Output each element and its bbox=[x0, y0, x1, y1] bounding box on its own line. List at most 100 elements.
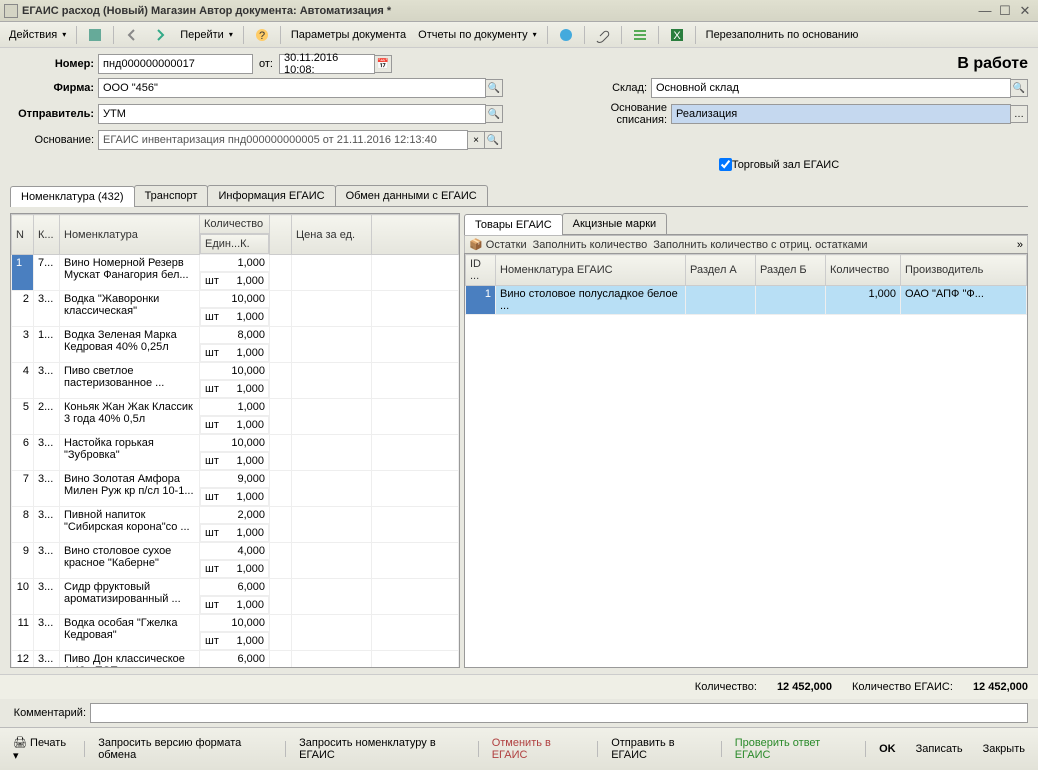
table-row[interactable]: 12 3... Пиво Дон классическое 1,42л ПЭТ … bbox=[12, 651, 459, 668]
col-section-b[interactable]: Раздел Б bbox=[756, 255, 826, 286]
help-icon[interactable]: ? bbox=[249, 24, 275, 46]
doc-params-button[interactable]: Параметры документа bbox=[286, 26, 411, 44]
nav-left-icon[interactable] bbox=[119, 24, 145, 46]
send-egais-button[interactable]: Отправить в ЕГАИС bbox=[604, 733, 715, 765]
check-egais-button[interactable]: Проверить ответ ЕГАИС bbox=[728, 733, 859, 765]
col-egais-nom[interactable]: Номенклатура ЕГАИС bbox=[496, 255, 686, 286]
tab-egais-goods[interactable]: Товары ЕГАИС bbox=[464, 214, 563, 235]
writeoff-label: Основание списания: bbox=[596, 102, 671, 126]
status-label: В работе bbox=[957, 55, 1028, 73]
table-row[interactable]: 8 3... Пивной напиток "Сибирская корона"… bbox=[12, 507, 459, 524]
svg-text:?: ? bbox=[259, 30, 265, 42]
nav-right-icon[interactable] bbox=[147, 24, 173, 46]
right-table[interactable]: ID ... Номенклатура ЕГАИС Раздел А Разде… bbox=[464, 253, 1028, 668]
warehouse-lookup-icon[interactable]: 🔍 bbox=[1010, 79, 1028, 97]
basis-input[interactable]: ЕГАИС инвентаризация пнд000000000005 от … bbox=[98, 130, 468, 150]
totals-bar: Количество: 12 452,000 Количество ЕГАИС:… bbox=[0, 674, 1038, 699]
table-row[interactable]: 4 3... Пиво светлое пастеризованное ... … bbox=[12, 363, 459, 380]
writeoff-input[interactable]: Реализация bbox=[671, 104, 1011, 124]
maximize-button[interactable]: ☐ bbox=[996, 3, 1014, 19]
globe-icon[interactable] bbox=[553, 24, 579, 46]
table-row[interactable]: 1 7... Вино Номерной Резерв Мускат Фанаг… bbox=[12, 255, 459, 272]
right-toolbar: 📦 Остатки Заполнить количество Заполнить… bbox=[464, 235, 1028, 253]
qty-label: Количество: bbox=[695, 681, 757, 693]
request-version-button[interactable]: Запросить версию формата обмена bbox=[91, 733, 279, 765]
refill-button[interactable]: Перезаполнить по основанию bbox=[701, 26, 864, 44]
col-qty[interactable]: Количество bbox=[200, 215, 270, 234]
col-producer[interactable]: Производитель bbox=[901, 255, 1027, 286]
fill-qty-button[interactable]: Заполнить количество bbox=[533, 239, 648, 251]
egais-qty-value: 12 452,000 bbox=[973, 681, 1028, 693]
col-n[interactable]: N bbox=[12, 215, 34, 255]
excel-icon[interactable]: X bbox=[664, 24, 690, 46]
attach-icon[interactable] bbox=[590, 24, 616, 46]
comment-label: Комментарий: bbox=[10, 707, 90, 719]
tab-egais-info[interactable]: Информация ЕГАИС bbox=[207, 185, 335, 206]
print-button[interactable]: 🖨 Печать ▾ bbox=[6, 732, 78, 766]
firm-input[interactable]: ООО "456" bbox=[98, 78, 486, 98]
form-header: Номер: пнд000000000017 от: 30.11.2016 10… bbox=[0, 48, 1038, 185]
col-egais-qty[interactable]: Количество bbox=[826, 255, 901, 286]
goto-menu[interactable]: Перейти bbox=[175, 26, 238, 44]
main-tabs: Номенклатура (432) Транспорт Информация … bbox=[10, 185, 1028, 207]
more-icon[interactable]: » bbox=[1017, 239, 1023, 251]
tab-transport[interactable]: Транспорт bbox=[134, 185, 209, 206]
remains-button[interactable]: 📦 Остатки bbox=[469, 238, 527, 251]
table-row[interactable]: 3 1... Водка Зеленая Марка Кедровая 40% … bbox=[12, 327, 459, 344]
reports-menu[interactable]: Отчеты по документу bbox=[413, 26, 542, 44]
ok-button[interactable]: OK bbox=[872, 739, 903, 759]
col-nom[interactable]: Номенклатура bbox=[60, 215, 200, 255]
date-input[interactable]: 30.11.2016 10:08: bbox=[279, 54, 375, 74]
close-form-button[interactable]: Закрыть bbox=[976, 739, 1032, 759]
minimize-button[interactable]: — bbox=[976, 3, 994, 19]
table-row[interactable]: 5 2... Коньяк Жан Жак Классик 3 года 40%… bbox=[12, 399, 459, 416]
list-icon[interactable] bbox=[627, 24, 653, 46]
col-k[interactable]: К... bbox=[34, 215, 60, 255]
sender-input[interactable]: УТМ bbox=[98, 104, 486, 124]
basis-label: Основание: bbox=[10, 134, 98, 146]
save-icon[interactable] bbox=[82, 24, 108, 46]
basis-clear-icon[interactable]: × bbox=[467, 131, 485, 149]
right-tabs: Товары ЕГАИС Акцизные марки bbox=[464, 213, 1028, 235]
sender-lookup-icon[interactable]: 🔍 bbox=[485, 105, 503, 123]
table-row[interactable]: 11 3... Водка особая "Гжелка Кедровая" 1… bbox=[12, 615, 459, 632]
bottom-toolbar: 🖨 Печать ▾ Запросить версию формата обме… bbox=[0, 727, 1038, 770]
warehouse-label: Склад: bbox=[596, 82, 651, 94]
table-row[interactable]: 1Вино столовое полусладкое белое ...1,00… bbox=[466, 286, 1027, 315]
from-label: от: bbox=[253, 58, 279, 70]
table-row[interactable]: 2 3... Водка "Жаворонки классическая" 10… bbox=[12, 291, 459, 308]
table-row[interactable]: 10 3... Сидр фруктовый ароматизированный… bbox=[12, 579, 459, 596]
writeoff-select-icon[interactable]: … bbox=[1010, 105, 1028, 123]
close-button[interactable]: ✕ bbox=[1016, 3, 1034, 19]
egais-hall-checkbox[interactable]: Торговый зал ЕГАИС bbox=[719, 158, 839, 171]
save-button[interactable]: Записать bbox=[909, 739, 970, 759]
calendar-icon[interactable]: 📅 bbox=[374, 55, 392, 73]
col-price[interactable]: Цена за ед. bbox=[292, 215, 372, 255]
cancel-egais-button[interactable]: Отменить в ЕГАИС bbox=[485, 733, 592, 765]
table-row[interactable]: 6 3... Настойка горькая "Зубровка" 10,00… bbox=[12, 435, 459, 452]
comment-input[interactable] bbox=[90, 703, 1028, 723]
left-table[interactable]: N К... Номенклатура Количество Цена за е… bbox=[10, 213, 460, 668]
tab-nomenclature[interactable]: Номенклатура (432) bbox=[10, 186, 135, 207]
basis-lookup-icon[interactable]: 🔍 bbox=[484, 131, 502, 149]
svg-text:X: X bbox=[673, 30, 681, 42]
fill-neg-button[interactable]: Заполнить количество с отриц. остатками bbox=[653, 239, 867, 251]
table-row[interactable]: 9 3... Вино столовое сухое красное "Кабе… bbox=[12, 543, 459, 560]
number-label: Номер: bbox=[10, 58, 98, 70]
app-icon bbox=[4, 4, 18, 18]
actions-menu[interactable]: Действия bbox=[4, 26, 71, 44]
firm-label: Фирма: bbox=[10, 82, 98, 94]
tab-excise[interactable]: Акцизные марки bbox=[562, 213, 668, 234]
table-row[interactable]: 7 3... Вино Золотая Амфора Милен Руж кр … bbox=[12, 471, 459, 488]
firm-lookup-icon[interactable]: 🔍 bbox=[485, 79, 503, 97]
number-input[interactable]: пнд000000000017 bbox=[98, 54, 253, 74]
warehouse-input[interactable]: Основной склад bbox=[651, 78, 1011, 98]
request-nom-button[interactable]: Запросить номенклатуру в ЕГАИС bbox=[292, 733, 472, 765]
col-section-a[interactable]: Раздел А bbox=[686, 255, 756, 286]
qty-value: 12 452,000 bbox=[777, 681, 832, 693]
titlebar: ЕГАИС расход (Новый) Магазин Автор докум… bbox=[0, 0, 1038, 22]
sender-label: Отправитель: bbox=[10, 108, 98, 120]
egais-qty-label: Количество ЕГАИС: bbox=[852, 681, 953, 693]
col-id[interactable]: ID ... bbox=[466, 255, 496, 286]
tab-egais-exchange[interactable]: Обмен данными с ЕГАИС bbox=[335, 185, 488, 206]
